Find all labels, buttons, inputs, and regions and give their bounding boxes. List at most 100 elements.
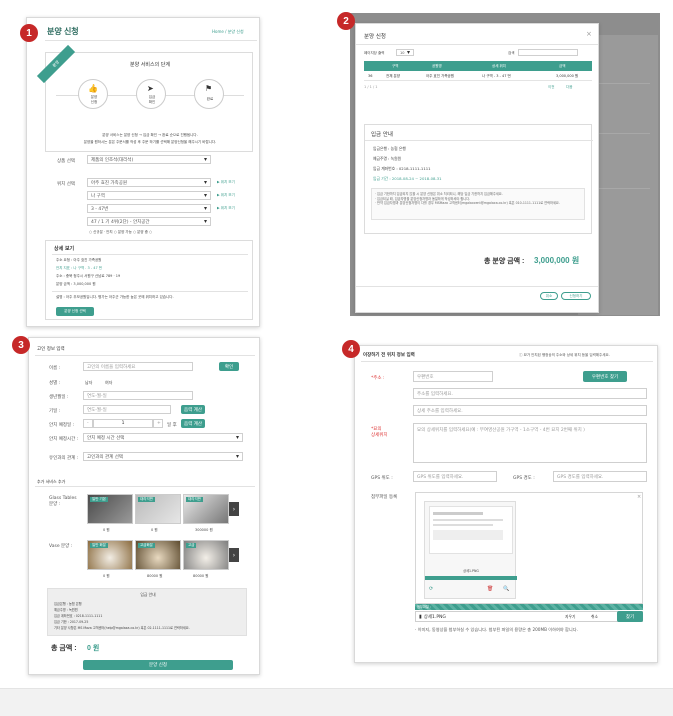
address-detail-input[interactable]: 상세 주소를 입력하세요. — [413, 405, 647, 416]
name-label: 이름 : — [49, 366, 61, 371]
birth-input[interactable]: 연도-월-일 — [83, 391, 193, 400]
table-row[interactable]: 36 전체 분양 아주 효진 가족공원 나 구역 - 3 - 47 번 3,00… — [364, 71, 592, 81]
column-header[interactable]: 금액 — [559, 64, 565, 69]
file-note: · 이미지, 동영상을 첨부하실 수 있습니다. 첨부된 파일의 용량은 총 2… — [415, 627, 578, 632]
step-badge-3: 3 — [12, 336, 30, 354]
cancel-button[interactable]: 취소 — [540, 292, 558, 300]
location-label: 위치 선택 — [57, 182, 75, 187]
apply-page-panel: 분양 신청 Home / 분양 신청 분양 분양 서비스의 단계 👍 분양 신청… — [26, 17, 260, 327]
bank-line: 입금은행 : 농협 은행 — [54, 602, 82, 606]
row-select[interactable]: 3 - 47번 — [87, 204, 211, 213]
deco-option-1[interactable]: 일반 기본 — [87, 494, 133, 524]
step-badge-4: 4 — [342, 340, 360, 358]
bank-info-box: 입금 안내 입금은행 : 농협 은행 예금주명 : 녹원원 입금 계좌번호 : … — [47, 588, 247, 636]
info-hint: ⓘ 묘가 안치된 행정상의 주소와 상세 위치 등을 입력해주세요. — [519, 353, 610, 357]
textarea-placeholder: 묘의 상세위치를 입력하세요(예 : 부여영산공원 가구역 - 1소구역 - 4… — [417, 428, 585, 433]
prev-page-button[interactable]: 이전 — [548, 85, 554, 90]
step-badge-2: 2 — [337, 12, 355, 30]
latitude-input[interactable]: GPS 위도를 입력하세요. — [413, 471, 497, 482]
modal-close-icon[interactable]: × — [586, 30, 592, 38]
per-page-label: 페이지당 출력 — [364, 51, 385, 55]
view-location-link[interactable]: ▶ 위치 보기 — [217, 206, 235, 211]
flag-icon: ⚑ — [205, 84, 213, 93]
bank-line: 입금 기간 : 2018-08-24 ~ 2018-08-31 — [373, 176, 442, 181]
relation-select[interactable]: 고인과의 관계 선택 — [83, 452, 243, 461]
option-price: 300000 원 — [195, 528, 213, 532]
submit-apply-button[interactable]: 분양 신청 — [83, 660, 233, 670]
option-price: 0 원 — [103, 574, 110, 578]
deco-option-3[interactable]: 대리석판 — [183, 494, 229, 524]
period-calc-button[interactable]: 음력 계산 — [181, 419, 205, 428]
breadcrumb[interactable]: Home / 분양 신청 — [212, 29, 244, 35]
gender-radio-female[interactable]: 여자 — [105, 380, 112, 386]
time-select[interactable]: 안치 예정 시간 선택 — [83, 433, 243, 442]
cancel-file-button[interactable]: 취소 — [591, 614, 598, 620]
lunar-calc-button[interactable]: 음력 계산 — [181, 405, 205, 414]
column-header[interactable]: 구역 — [392, 64, 398, 69]
address-label: *주소 : — [371, 376, 385, 381]
zone-select[interactable]: 나 구역 — [87, 191, 211, 200]
column-header[interactable]: 공원명 — [432, 64, 442, 69]
park-select[interactable]: 아주 효진 가족공원 — [87, 178, 211, 187]
close-icon[interactable]: × — [637, 494, 641, 500]
table-cell: 아주 효진 가족공원 — [426, 74, 454, 78]
thumbs-up-icon: 👍 — [88, 84, 98, 93]
bottom-strip — [0, 688, 673, 716]
name-input[interactable]: 고인의 이름을 입력하세요 — [83, 362, 193, 371]
apply-button[interactable]: 신청하기 — [561, 292, 591, 300]
rotate-icon[interactable]: ⟳ — [429, 586, 433, 592]
grave-detail-textarea[interactable]: 묘의 상세위치를 입력하세요(예 : 부여영산공원 가구역 - 1소구역 - 4… — [413, 423, 647, 463]
zip-input[interactable]: 우편번호 — [413, 371, 493, 382]
name-confirm-button[interactable]: 확인 — [219, 362, 239, 371]
step-2: ➤ 입금 확인 — [136, 79, 166, 109]
zoom-icon[interactable]: 🔍 — [503, 586, 509, 592]
bank-info-box: 입금 안내 입금은행 : 농협 은행 예금주명 : 녹원원 입금 계좌번호 : … — [364, 124, 593, 234]
vase-label: Vase 분양 : — [49, 544, 73, 549]
address-input[interactable]: 주소를 입력하세요. — [413, 388, 647, 399]
grave-detail-label: *묘의 상세위치 — [371, 427, 388, 438]
remove-file-button[interactable]: 지우기 — [565, 614, 575, 620]
period-minus[interactable]: - — [83, 419, 93, 428]
longitude-label: GPS 경도 : — [513, 476, 535, 481]
longitude-input[interactable]: GPS 경도를 입력하세요. — [553, 471, 647, 482]
file-preview: 상세1.PNG ⟳ 🗑 🔍 — [424, 501, 517, 599]
next-arrow-icon[interactable]: › — [229, 548, 239, 562]
table-count: 1 / 1 / 1 — [364, 85, 378, 89]
table-cell: 3,000,000 원 — [556, 74, 579, 78]
search-label: 검색 — [508, 51, 515, 55]
bank-line: 입금은행 : 농협 은행 — [373, 146, 406, 151]
deco-option-2[interactable]: 대리석판 — [135, 494, 181, 524]
view-location-link[interactable]: ▶ 위치 보기 — [217, 193, 235, 198]
vase-option-2[interactable]: 고급화분 — [135, 540, 181, 570]
total-value: 0 원 — [87, 645, 100, 652]
gender-radio-male[interactable]: 남자 — [85, 380, 92, 386]
next-page-button[interactable]: 다음 — [566, 85, 572, 90]
view-location-link[interactable]: ▶ 위치 보기 — [217, 180, 235, 185]
option-price: 0 원 — [151, 528, 158, 532]
option-tag: 일반 기본 — [90, 497, 108, 502]
column-header[interactable]: 상세 위치 — [492, 64, 506, 69]
steps-desc-1: 분양 서비스는 분양 신청 → 입금 확인 → 완료 순으로 진행됩니다. — [102, 133, 198, 137]
deco-label: Glass Tables 분양 : — [49, 496, 77, 507]
detail-line: 주소 요청 : 아주 효진 가족공원 — [56, 258, 102, 262]
slot-select[interactable]: 47 / 1 기 4위(2단) - 안치공간 — [87, 217, 211, 226]
file-label: 첨부파일 등록 — [371, 495, 398, 500]
apply-select-button[interactable]: 분양 신청 선택 — [56, 307, 94, 316]
death-input[interactable]: 연도-월-일 — [83, 405, 171, 414]
product-select[interactable]: 제품의 인조석(대리석) — [87, 155, 211, 164]
next-arrow-icon[interactable]: › — [229, 502, 239, 516]
vase-option-1[interactable]: 일반 화분 — [87, 540, 133, 570]
latitude-label: GPS 위도 : — [371, 476, 393, 481]
zip-search-button[interactable]: 우편번호 찾기 — [583, 371, 627, 382]
file-dropzone[interactable]: × 상세1.PNG ⟳ 🗑 🔍 — [415, 492, 643, 604]
birth-label: 생년월일 : — [49, 395, 69, 400]
vase-option-3[interactable]: 고급 — [183, 540, 229, 570]
send-icon: ➤ — [147, 84, 154, 93]
browse-file-button[interactable]: 찾기 — [617, 611, 643, 622]
search-input[interactable] — [518, 49, 578, 56]
per-page-select[interactable]: 10 — [396, 49, 414, 56]
period-plus[interactable]: + — [153, 419, 163, 428]
period-input[interactable]: 1 — [93, 419, 153, 428]
option-tag: 고급화분 — [138, 543, 155, 548]
delete-icon[interactable]: 🗑 — [487, 586, 493, 592]
